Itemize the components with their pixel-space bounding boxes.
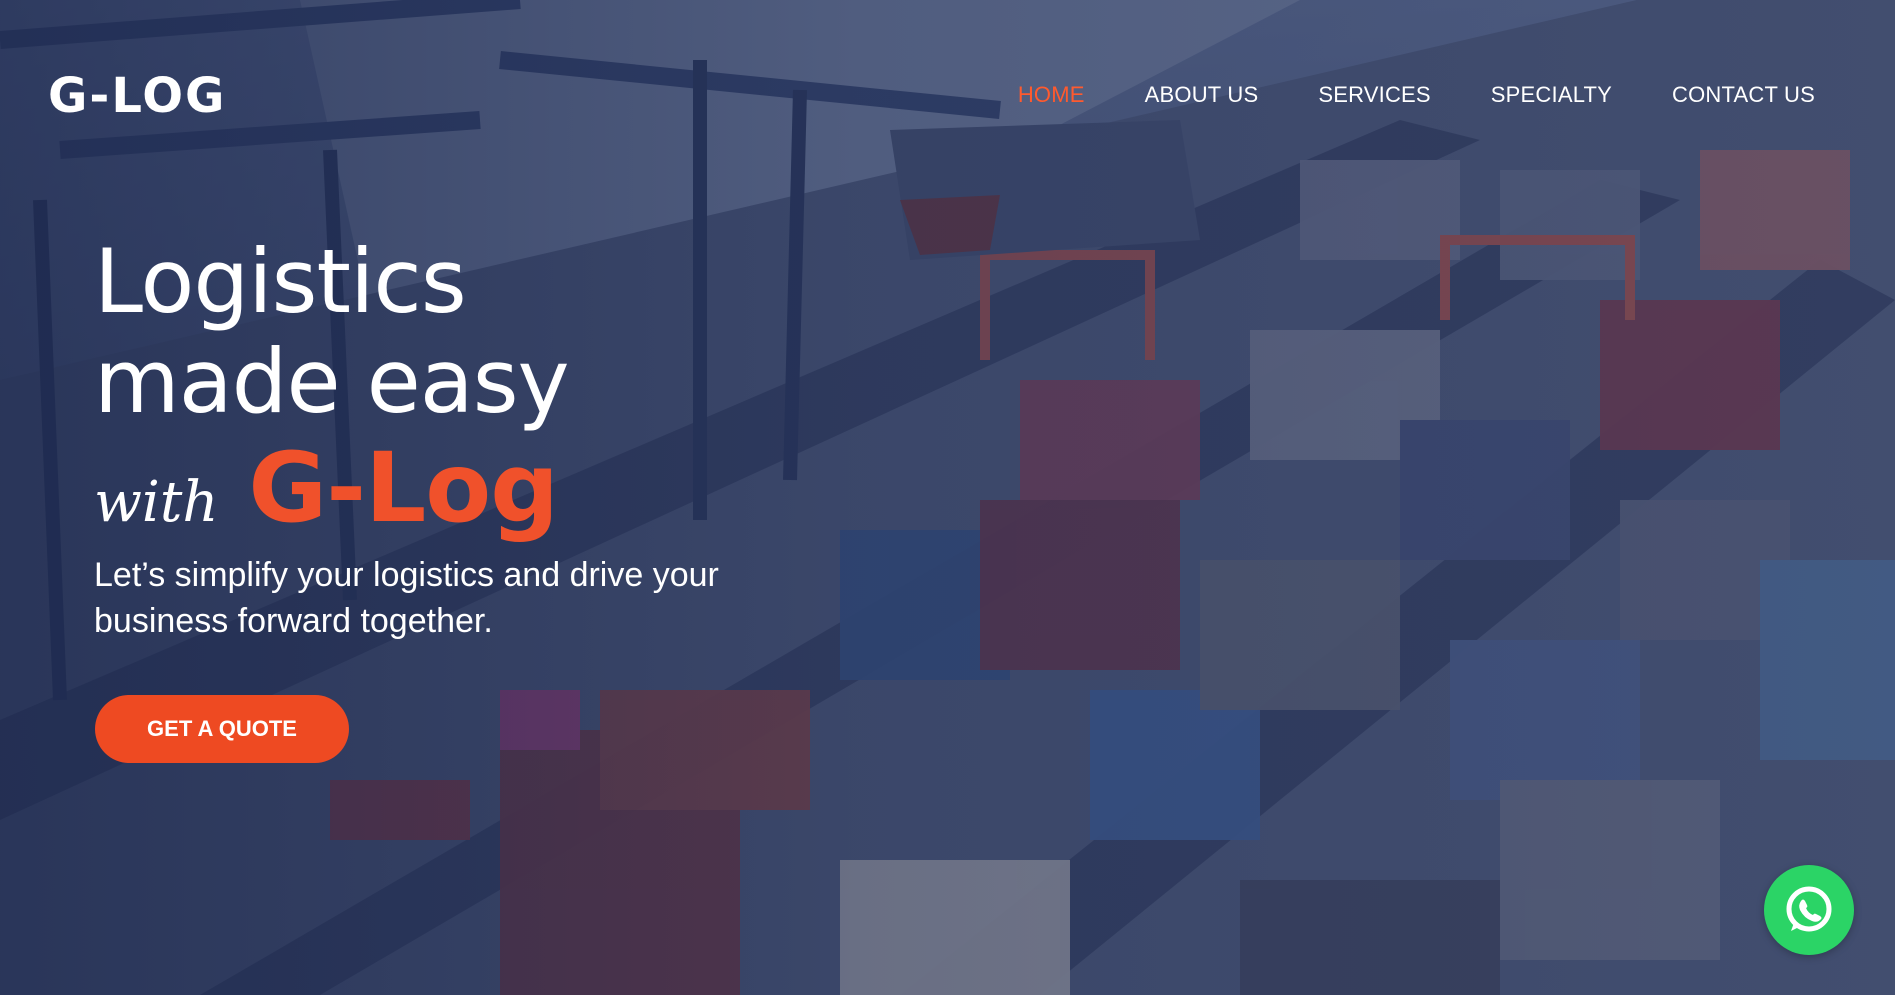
headline-line-2: made easy bbox=[94, 330, 570, 433]
hero-subtitle: Let’s simplify your logistics and drive … bbox=[94, 556, 719, 640]
nav-item-about-us[interactable]: ABOUT US bbox=[1145, 82, 1259, 108]
headline-line-3: with G-Log bbox=[94, 432, 569, 544]
site-logo[interactable]: G-LOG bbox=[48, 70, 233, 122]
svg-text:G-LOG: G-LOG bbox=[48, 70, 226, 122]
whatsapp-chat-button[interactable] bbox=[1764, 865, 1854, 955]
hero-headline: Logistics made easy with G-Log bbox=[94, 230, 570, 545]
nav-item-services[interactable]: SERVICES bbox=[1318, 82, 1430, 108]
nav-item-home[interactable]: HOME bbox=[1018, 82, 1085, 108]
whatsapp-icon bbox=[1786, 886, 1832, 932]
get-a-quote-button[interactable]: GET A QUOTE bbox=[95, 695, 349, 763]
main-navigation: HOME ABOUT US SERVICES SPECIALTY CONTACT… bbox=[958, 82, 1815, 108]
site-header: G-LOG HOME ABOUT US SERVICES SPECIALTY C… bbox=[0, 0, 1895, 200]
headline-line-1: Logistics bbox=[94, 230, 467, 333]
headline-with-word: with bbox=[94, 470, 219, 535]
nav-item-specialty[interactable]: SPECIALTY bbox=[1491, 82, 1612, 108]
nav-item-contact-us[interactable]: CONTACT US bbox=[1672, 82, 1815, 108]
headline-brand-name: G-Log bbox=[248, 432, 558, 544]
